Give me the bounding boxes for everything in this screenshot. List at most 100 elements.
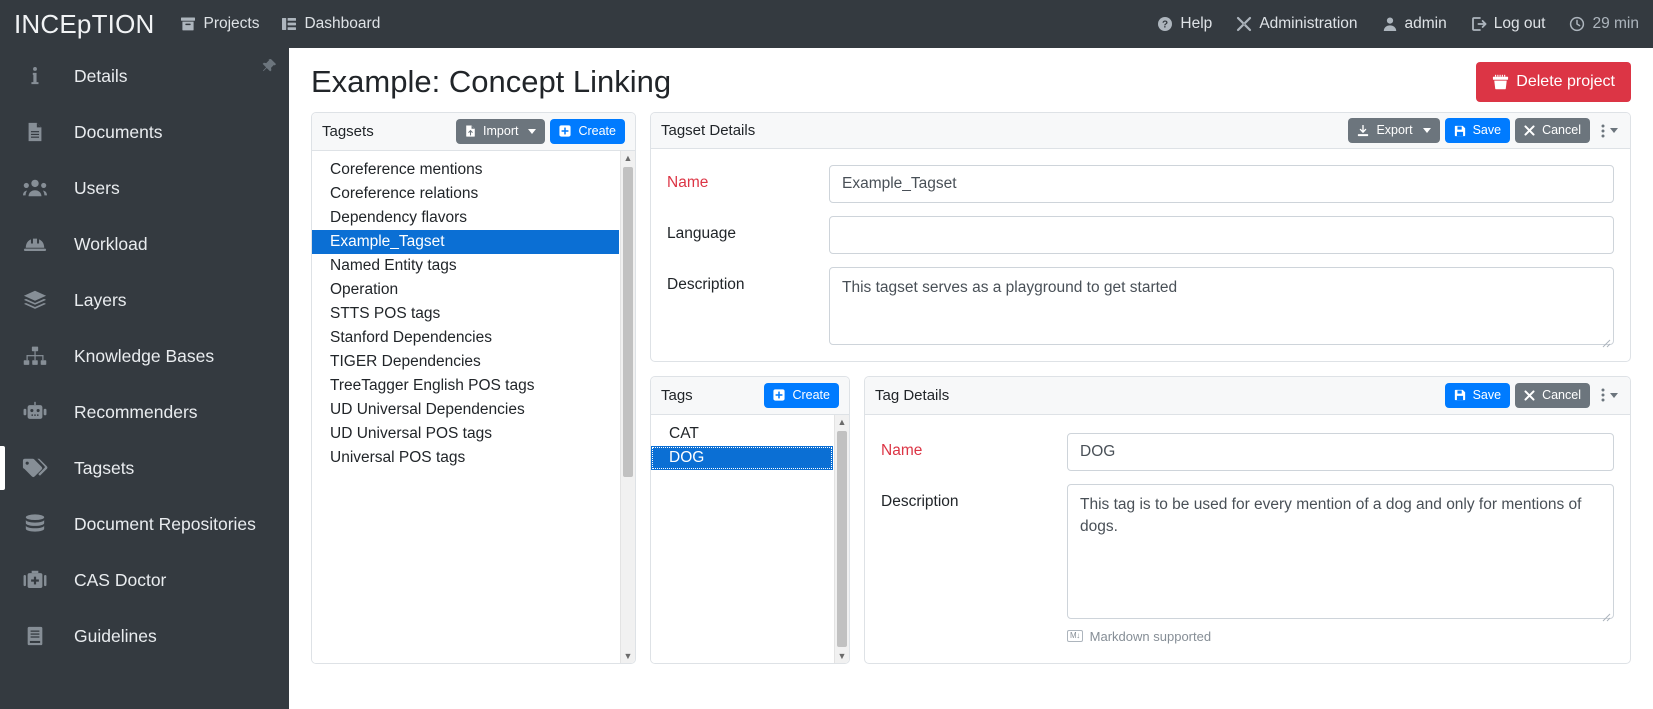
scrollbar-thumb[interactable] [623, 166, 633, 477]
tags-list-scrollbar[interactable]: ▲ ▼ [834, 414, 849, 663]
sidebar-item-workload[interactable]: Workload [0, 216, 289, 272]
list-item[interactable]: UD Universal Dependencies [312, 398, 619, 422]
sidebar-item-knowledge-bases-label: Knowledge Bases [74, 345, 215, 366]
app-root: INCEpTION Projects Dashboard ? Help Admi… [0, 0, 1653, 709]
session-timer-label: 29 min [1592, 15, 1639, 32]
sidebar-item-document-repositories[interactable]: Document Repositories [0, 496, 289, 552]
users-icon [18, 177, 52, 199]
nav-link-dashboard[interactable]: Dashboard [281, 15, 380, 33]
list-item[interactable]: Dependency flavors [312, 206, 619, 230]
nav-link-projects-label: Projects [203, 15, 260, 32]
create-tagset-button[interactable]: Create [550, 119, 625, 144]
save-tagset-label: Save [1472, 123, 1502, 138]
briefcase-medical-icon [18, 569, 52, 591]
scroll-up-icon[interactable]: ▲ [621, 151, 635, 166]
sidebar-item-cas-doctor[interactable]: CAS Doctor [0, 552, 289, 608]
times-icon [1524, 125, 1535, 136]
list-item[interactable]: Operation [312, 278, 619, 302]
book-icon [18, 625, 52, 647]
import-tagset-button[interactable]: Import [456, 119, 546, 144]
list-item[interactable]: Named Entity tags [312, 254, 619, 278]
info-icon [18, 65, 52, 87]
tagset-name-label: Name [667, 174, 709, 191]
hardhat-icon [18, 233, 52, 255]
nav-link-logout[interactable]: Log out [1471, 15, 1545, 33]
list-item[interactable]: TreeTagger English POS tags [312, 374, 619, 398]
nav-link-user[interactable]: admin [1382, 15, 1447, 33]
list-item[interactable]: STTS POS tags [312, 302, 619, 326]
cancel-tag-label: Cancel [1542, 388, 1581, 402]
list-item[interactable]: Stanford Dependencies [312, 326, 619, 350]
database-icon [18, 513, 52, 535]
nav-link-help-label: Help [1180, 15, 1213, 32]
sitemap-icon [18, 345, 52, 367]
list-item[interactable]: UD Universal POS tags [312, 422, 619, 446]
tagset-language-label: Language [667, 225, 736, 242]
list-item[interactable]: Coreference relations [312, 182, 619, 206]
sidebar-item-knowledge-bases[interactable]: Knowledge Bases [0, 328, 289, 384]
sidebar-item-guidelines[interactable]: Guidelines [0, 608, 289, 664]
cancel-tag-button[interactable]: Cancel [1515, 383, 1590, 408]
sidebar-item-recommenders[interactable]: Recommenders [0, 384, 289, 440]
list-item[interactable]: CAT [651, 422, 833, 446]
tag-description-row: Description M↓ [881, 483, 1614, 644]
chevron-down-icon [528, 128, 537, 134]
create-tagset-label: Create [578, 124, 616, 138]
help-circle-icon: ? [1157, 16, 1173, 32]
sidebar-item-layers[interactable]: Layers [0, 272, 289, 328]
scroll-down-icon[interactable]: ▼ [835, 648, 849, 663]
main-content: Example: Concept Linking Delete project [289, 48, 1653, 709]
save-tag-label: Save [1472, 388, 1502, 402]
sidebar-item-documents[interactable]: Documents [0, 104, 289, 160]
app-logo[interactable]: INCEpTION [14, 9, 154, 40]
times-icon [1524, 390, 1535, 401]
list-item-selected[interactable]: Example_Tagset [312, 229, 619, 254]
tagsets-panel-title: Tagsets [322, 122, 374, 140]
sidebar-item-recommenders-label: Recommenders [74, 401, 198, 422]
tagset-name-input[interactable] [829, 165, 1614, 203]
delete-project-button[interactable]: Delete project [1476, 62, 1631, 102]
project-sidebar: Details Documents Users Workload Layers … [0, 48, 289, 709]
cancel-tagset-label: Cancel [1542, 123, 1581, 138]
nav-link-projects[interactable]: Projects [180, 15, 259, 33]
tagset-details-panel: Tagset Details Export Save Cancel Name E… [650, 112, 1631, 362]
scrollbar-thumb[interactable] [837, 430, 847, 647]
scroll-down-icon[interactable]: ▼ [621, 648, 635, 663]
sidebar-item-workload-label: Workload [74, 233, 148, 254]
sidebar-item-tagsets[interactable]: Tagsets [0, 440, 289, 496]
export-tagset-button[interactable]: Export [1348, 118, 1440, 143]
tagset-description-textarea[interactable] [829, 267, 1614, 345]
archive-icon [180, 16, 196, 32]
save-tagset-button[interactable]: Save [1444, 118, 1511, 143]
sidebar-item-details[interactable]: Details [0, 48, 289, 104]
save-tag-button[interactable]: Save [1444, 383, 1511, 408]
markdown-supported-label: Markdown supported [1089, 628, 1212, 644]
nav-link-help[interactable]: ? Help [1157, 15, 1212, 33]
plus-square-icon [773, 389, 786, 401]
scroll-up-icon[interactable]: ▲ [835, 415, 849, 430]
create-tag-button[interactable]: Create [764, 383, 839, 408]
vertical-ellipsis-icon[interactable] [1595, 387, 1620, 403]
tag-icon [18, 457, 52, 479]
list-item-selected[interactable]: DOG [651, 445, 833, 470]
vertical-ellipsis-icon[interactable] [1595, 123, 1620, 139]
nav-link-administration[interactable]: Administration [1236, 15, 1358, 33]
sidebar-item-details-label: Details [74, 65, 128, 86]
nav-link-administration-label: Administration [1259, 15, 1358, 32]
tag-description-textarea[interactable] [1067, 483, 1614, 619]
page-header: Example: Concept Linking Delete project [289, 48, 1653, 112]
tagset-language-input[interactable] [829, 216, 1614, 254]
list-item[interactable]: TIGER Dependencies [312, 350, 619, 374]
tagsets-list-scrollbar[interactable]: ▲ ▼ [620, 150, 635, 663]
svg-text:?: ? [1162, 20, 1168, 31]
tag-name-input[interactable] [1067, 432, 1614, 471]
top-navigation-bar: INCEpTION Projects Dashboard ? Help Admi… [0, 0, 1653, 48]
list-item[interactable]: Coreference mentions [312, 158, 619, 182]
save-icon [1454, 389, 1466, 401]
list-item[interactable]: Universal POS tags [312, 446, 619, 470]
sidebar-item-users[interactable]: Users [0, 160, 289, 216]
cancel-tagset-button[interactable]: Cancel [1515, 118, 1590, 143]
tag-description-label: Description [881, 492, 959, 510]
delete-project-label: Delete project [1516, 73, 1615, 90]
page-title: Example: Concept Linking [311, 64, 672, 99]
